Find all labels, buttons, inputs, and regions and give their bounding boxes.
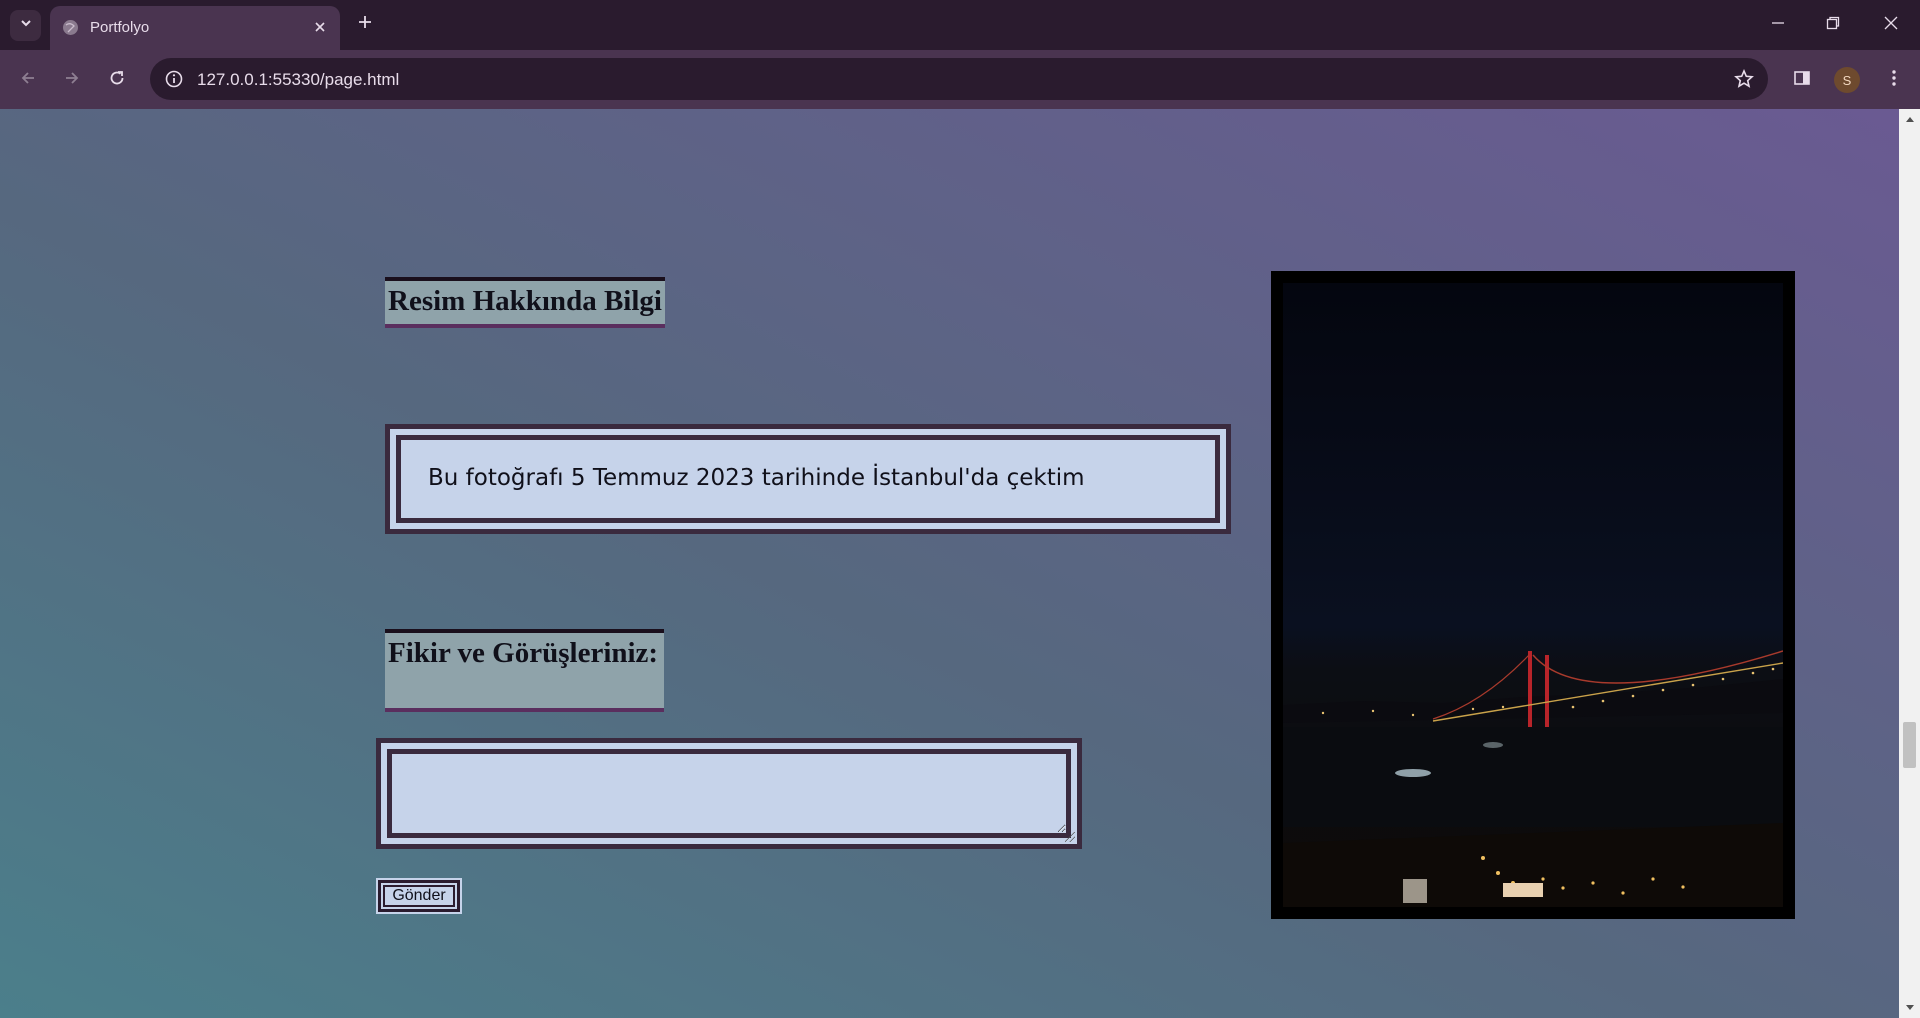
minimize-button[interactable]: [1760, 10, 1796, 40]
reload-icon: [108, 69, 126, 92]
scrollbar-thumb[interactable]: [1903, 722, 1916, 768]
arrow-right-icon: [63, 69, 81, 92]
scroll-up-icon[interactable]: [1904, 114, 1915, 124]
url-text[interactable]: 127.0.0.1:55330/page.html: [197, 70, 399, 90]
bosphorus-night-photo: [1283, 283, 1783, 907]
comment-textarea[interactable]: [392, 754, 1066, 833]
new-tab-button[interactable]: [352, 11, 378, 37]
comment-heading: Fikir ve Görüşleriniz:: [385, 629, 664, 712]
comment-box-inner-border: [387, 749, 1071, 838]
back-button[interactable]: [12, 64, 44, 96]
restore-button[interactable]: [1815, 10, 1851, 40]
avatar[interactable]: S: [1834, 67, 1860, 93]
submit-button-label: Gönder: [383, 885, 455, 907]
comment-box: [376, 738, 1082, 849]
tab-strip: Portfolyo: [0, 0, 1920, 50]
side-panel-button[interactable]: [1786, 64, 1818, 96]
tab-active[interactable]: Portfolyo: [50, 6, 340, 50]
tab-title: Portfolyo: [90, 19, 150, 36]
arrow-left-icon: [19, 69, 37, 92]
info-icon[interactable]: [162, 67, 186, 91]
restore-icon: [1826, 16, 1840, 35]
scroll-down-icon[interactable]: [1904, 1002, 1915, 1012]
info-heading: Resim Hakkında Bilgi: [385, 277, 665, 328]
reload-button[interactable]: [101, 64, 133, 96]
plus-icon: [357, 14, 373, 35]
minimize-icon: [1771, 16, 1785, 35]
kebab-menu-icon: [1891, 69, 1897, 92]
side-panel-icon: [1793, 69, 1811, 92]
info-box: Bu fotoğrafı 5 Temmuz 2023 tarihinde İst…: [385, 424, 1231, 534]
page-scrollbar[interactable]: [1899, 109, 1920, 1018]
menu-button[interactable]: [1878, 64, 1910, 96]
info-text: Bu fotoğrafı 5 Temmuz 2023 tarihinde İst…: [428, 465, 1085, 491]
address-bar[interactable]: 127.0.0.1:55330/page.html: [150, 58, 1768, 100]
page-viewport: Resim Hakkında Bilgi Bu fotoğrafı 5 Temm…: [0, 109, 1899, 1018]
close-window-icon: [1884, 16, 1898, 35]
close-icon[interactable]: [308, 15, 332, 39]
close-window-button[interactable]: [1873, 10, 1909, 40]
resize-handle-icon[interactable]: [1065, 832, 1075, 842]
submit-button[interactable]: Gönder: [376, 878, 462, 914]
forward-button[interactable]: [56, 64, 88, 96]
tab-search-button[interactable]: [10, 10, 41, 41]
browser-toolbar: 127.0.0.1:55330/page.html: [0, 50, 1920, 109]
chevron-down-icon: [19, 16, 33, 35]
globe-icon: [62, 19, 79, 36]
star-icon[interactable]: [1732, 67, 1756, 91]
